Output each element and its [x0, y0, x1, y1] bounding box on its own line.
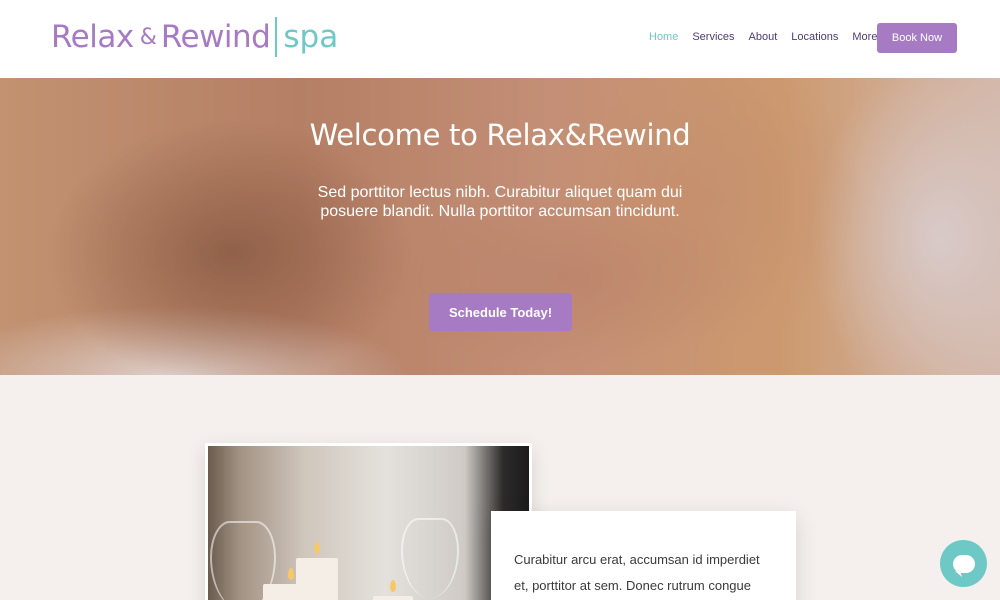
main-nav: Home Services About Locations More — [649, 30, 891, 44]
nav-item-home[interactable]: Home — [649, 30, 678, 44]
chat-button[interactable] — [940, 540, 987, 587]
nav-item-locations[interactable]: Locations — [791, 30, 838, 44]
logo-name-part1: Relax — [51, 19, 134, 55]
candles-image — [208, 446, 529, 600]
schedule-button[interactable]: Schedule Today! — [429, 293, 572, 331]
chat-bubble-icon — [952, 554, 975, 573]
nav-item-services[interactable]: Services — [692, 30, 734, 44]
feature-photo — [205, 443, 532, 600]
hero-description: Sed porttitor lectus nibh. Curabitur ali… — [317, 184, 683, 220]
wine-glass-right — [401, 518, 459, 598]
candle-short — [263, 584, 311, 600]
logo-ampersand: & — [139, 24, 157, 50]
brand-logo[interactable]: Relax & Rewind spa — [51, 16, 338, 58]
feature-card-text: Curabitur arcu erat, accumsan id imperdi… — [514, 552, 760, 593]
nav-item-about[interactable]: About — [749, 30, 778, 44]
candle-flame — [288, 568, 294, 580]
logo-suffix: spa — [283, 19, 339, 55]
candle-flame — [314, 542, 320, 554]
feature-card: Curabitur arcu erat, accumsan id imperdi… — [491, 511, 796, 600]
hero-banner: Welcome to Relax&Rewind Sed porttitor le… — [0, 78, 1000, 375]
nav-item-more[interactable]: More — [852, 30, 877, 44]
hero-title: Welcome to Relax&Rewind — [309, 118, 691, 152]
candle-small — [373, 596, 413, 600]
candle-flame — [390, 580, 396, 592]
site-header: Relax & Rewind spa Home Services About L… — [0, 0, 1000, 78]
book-now-button[interactable]: Book Now — [877, 23, 957, 53]
logo-name-part2: Rewind — [160, 19, 271, 55]
logo-divider — [275, 17, 278, 57]
